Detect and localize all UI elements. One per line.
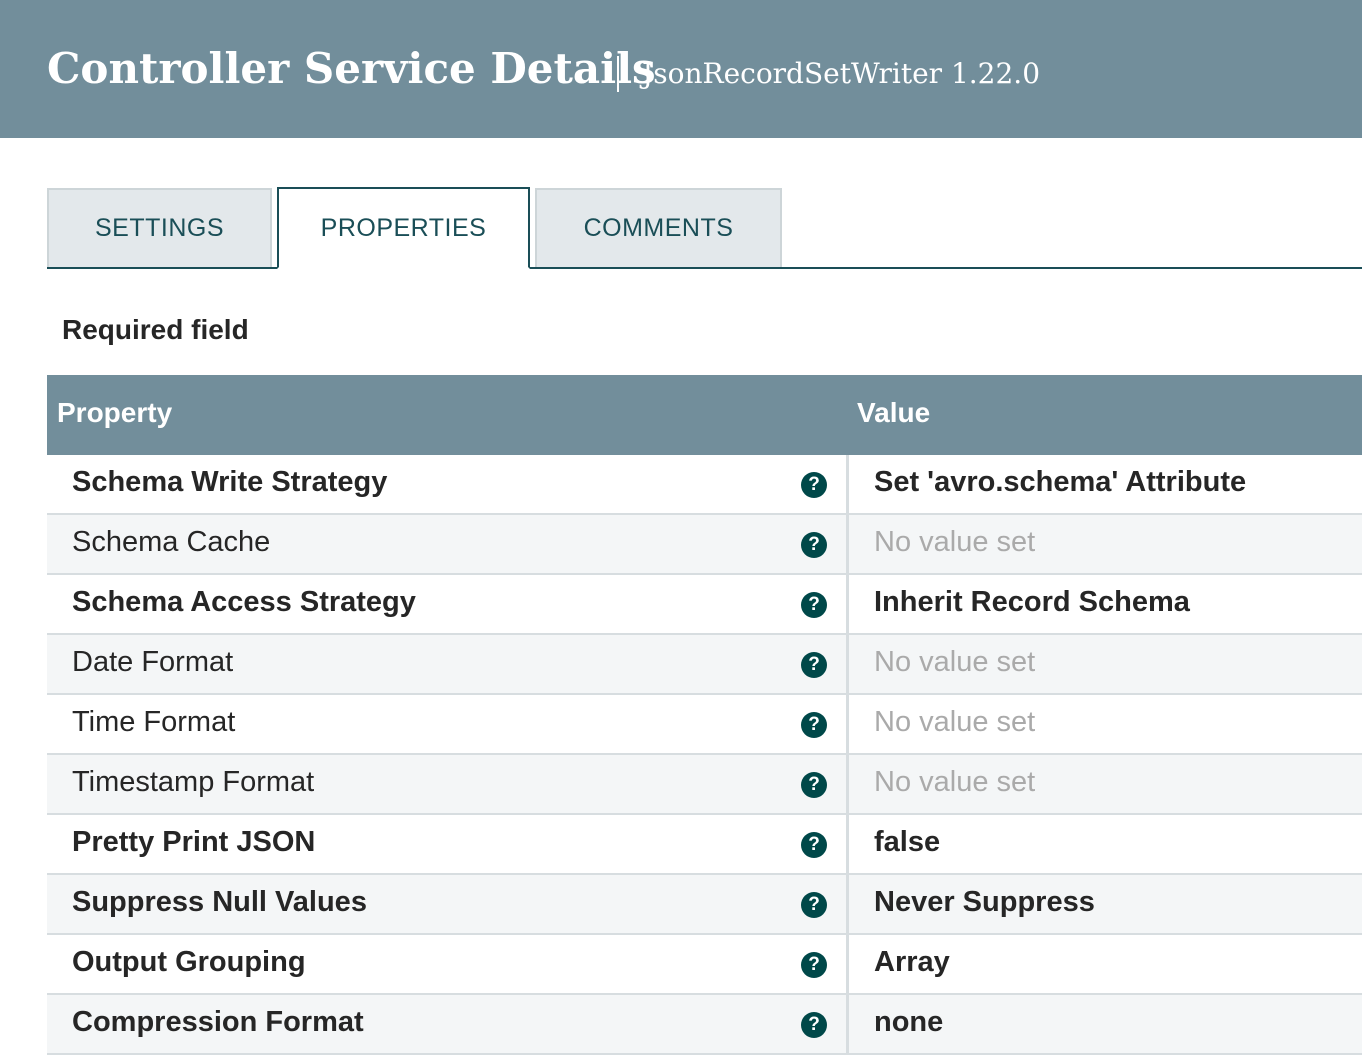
question-circle-icon[interactable]: ? <box>801 1012 827 1038</box>
property-name: Pretty Print JSON <box>72 826 316 858</box>
question-circle-icon[interactable]: ? <box>801 772 827 798</box>
tab-comments[interactable]: COMMENTS <box>535 188 782 267</box>
property-value[interactable]: Never Suppress <box>874 886 1095 919</box>
table-row[interactable]: Timestamp Format ? No value set <box>47 755 1362 815</box>
properties-table: Property Value Schema Write Strategy ? S… <box>47 375 1362 1055</box>
question-circle-icon[interactable]: ? <box>801 532 827 558</box>
question-circle-icon[interactable]: ? <box>801 652 827 678</box>
page-header: Controller Service Details JsonRecordSet… <box>0 0 1362 138</box>
table-row[interactable]: Schema Write Strategy ? Set 'avro.schema… <box>47 455 1362 515</box>
property-value[interactable]: No value set <box>874 526 1035 559</box>
table-row[interactable]: Time Format ? No value set <box>47 695 1362 755</box>
column-divider <box>846 635 849 693</box>
property-value[interactable]: none <box>874 1006 943 1039</box>
column-header-value[interactable]: Value <box>857 397 930 429</box>
property-value[interactable]: Array <box>874 946 950 979</box>
column-divider <box>846 755 849 813</box>
tab-bar-underline <box>47 267 1362 269</box>
column-divider <box>846 515 849 573</box>
property-value[interactable]: No value set <box>874 646 1035 679</box>
table-row[interactable]: Compression Format ? none <box>47 995 1362 1055</box>
question-circle-icon[interactable]: ? <box>801 472 827 498</box>
question-circle-icon[interactable]: ? <box>801 952 827 978</box>
table-row[interactable]: Schema Cache ? No value set <box>47 515 1362 575</box>
property-name: Date Format <box>72 646 234 678</box>
property-name: Suppress Null Values <box>72 886 367 918</box>
question-circle-icon[interactable]: ? <box>801 712 827 738</box>
question-circle-icon[interactable]: ? <box>801 592 827 618</box>
tab-properties[interactable]: PROPERTIES <box>277 187 530 269</box>
property-value[interactable]: Set 'avro.schema' Attribute <box>874 466 1246 499</box>
property-name: Time Format <box>72 706 236 738</box>
table-row[interactable]: Output Grouping ? Array <box>47 935 1362 995</box>
table-row[interactable]: Pretty Print JSON ? false <box>47 815 1362 875</box>
tab-settings[interactable]: SETTINGS <box>47 188 272 267</box>
header-divider <box>617 56 619 92</box>
question-circle-icon[interactable]: ? <box>801 832 827 858</box>
component-type-version: JsonRecordSetWriter 1.22.0 <box>642 57 1041 90</box>
column-divider <box>846 935 849 993</box>
column-divider <box>846 695 849 753</box>
column-divider <box>846 815 849 873</box>
question-circle-icon[interactable]: ? <box>801 892 827 918</box>
property-name: Compression Format <box>72 1006 364 1038</box>
column-divider <box>846 995 849 1053</box>
table-header: Property Value <box>47 375 1362 455</box>
column-divider <box>846 875 849 933</box>
property-value[interactable]: false <box>874 826 940 859</box>
column-divider <box>846 455 849 513</box>
property-name: Timestamp Format <box>72 766 315 798</box>
column-header-property[interactable]: Property <box>57 397 172 429</box>
property-value[interactable]: No value set <box>874 706 1035 739</box>
property-value[interactable]: No value set <box>874 766 1035 799</box>
table-row[interactable]: Date Format ? No value set <box>47 635 1362 695</box>
property-value[interactable]: Inherit Record Schema <box>874 586 1190 619</box>
column-divider <box>846 575 849 633</box>
table-row[interactable]: Schema Access Strategy ? Inherit Record … <box>47 575 1362 635</box>
page-title: Controller Service Details <box>47 44 656 93</box>
property-name: Schema Cache <box>72 526 271 558</box>
property-name: Schema Write Strategy <box>72 466 388 498</box>
property-name: Schema Access Strategy <box>72 586 416 618</box>
required-field-legend: Required field <box>62 314 249 345</box>
property-name: Output Grouping <box>72 946 306 978</box>
tab-bar: SETTINGS PROPERTIES COMMENTS <box>47 187 1362 270</box>
table-row[interactable]: Suppress Null Values ? Never Suppress <box>47 875 1362 935</box>
